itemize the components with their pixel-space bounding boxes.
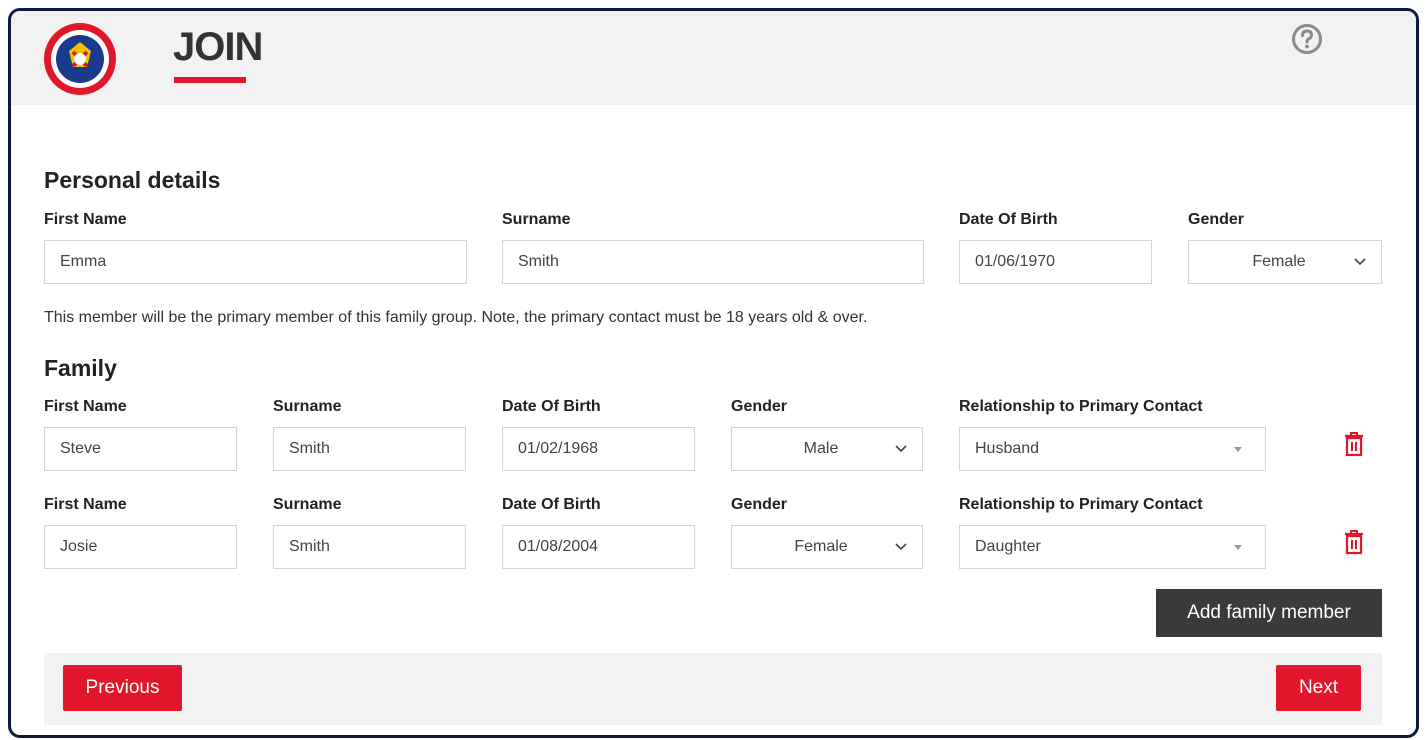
trash-icon[interactable] [1343,431,1365,457]
first-name-field[interactable]: Emma [44,240,467,284]
family-surname-value: Smith [289,440,330,457]
family-dob-value: 01/02/1968 [518,440,599,457]
family-first-name-value: Steve [60,440,101,457]
family-gender-select[interactable]: Female [731,525,923,569]
family-first-name-field[interactable]: Steve [44,427,237,471]
footer-bar: Previous Next [44,653,1382,725]
family-dob-field[interactable]: 01/02/1968 [502,427,695,471]
previous-button[interactable]: Previous [63,665,182,711]
personal-details-heading: Personal details [44,167,221,193]
family-surname-field[interactable]: Smith [273,525,466,569]
gender-label: Gender [1188,211,1245,228]
trash-icon[interactable] [1343,529,1365,555]
family-surname-field[interactable]: Smith [273,427,466,471]
page-title: JOIN [173,25,263,69]
family-first-name-value: Josie [60,538,98,555]
chevron-down-icon [1354,258,1366,266]
surf-life-saving-logo [44,23,116,95]
surname-label: Surname [502,211,571,228]
family-relationship-label: Relationship to Primary Contact [959,398,1203,415]
family-gender-select[interactable]: Male [731,427,923,471]
family-dob-label: Date Of Birth [502,496,601,513]
family-first-name-field[interactable]: Josie [44,525,237,569]
surname-field[interactable]: Smith [502,240,924,284]
chevron-down-icon [895,543,907,551]
gender-value: Female [1252,253,1306,270]
header: JOIN [11,11,1416,105]
dob-value: 01/06/1970 [975,253,1056,270]
family-relationship-label: Relationship to Primary Contact [959,496,1203,513]
title-underline [174,77,246,83]
surname-value: Smith [518,253,559,270]
family-first-name-label: First Name [44,496,127,513]
family-gender-value: Male [803,440,839,457]
add-family-member-button[interactable]: Add family member [1156,589,1382,637]
relationship-select[interactable]: Daughter [959,525,1266,569]
next-button[interactable]: Next [1276,665,1361,711]
family-gender-label: Gender [731,496,788,513]
family-gender-value: Female [794,538,848,555]
first-name-value: Emma [60,253,107,270]
family-surname-label: Surname [273,398,342,415]
caret-down-icon [1234,446,1242,452]
caret-down-icon [1234,544,1242,550]
chevron-down-icon [895,445,907,453]
relationship-select[interactable]: Husband [959,427,1266,471]
relationship-value: Daughter [975,538,1041,555]
primary-member-note: This member will be the primary member o… [44,309,868,326]
first-name-label: First Name [44,211,127,228]
gender-select[interactable]: Female [1188,240,1382,284]
family-heading: Family [44,355,117,381]
family-first-name-label: First Name [44,398,127,415]
dob-label: Date Of Birth [959,211,1058,228]
family-surname-label: Surname [273,496,342,513]
family-dob-field[interactable]: 01/08/2004 [502,525,695,569]
join-form-window: JOIN Personal details First Name Surname… [8,8,1419,738]
dob-field[interactable]: 01/06/1970 [959,240,1152,284]
family-surname-value: Smith [289,538,330,555]
family-gender-label: Gender [731,398,788,415]
family-dob-label: Date Of Birth [502,398,601,415]
help-circle-icon[interactable] [1291,23,1323,55]
relationship-value: Husband [975,440,1040,457]
family-dob-value: 01/08/2004 [518,538,599,555]
